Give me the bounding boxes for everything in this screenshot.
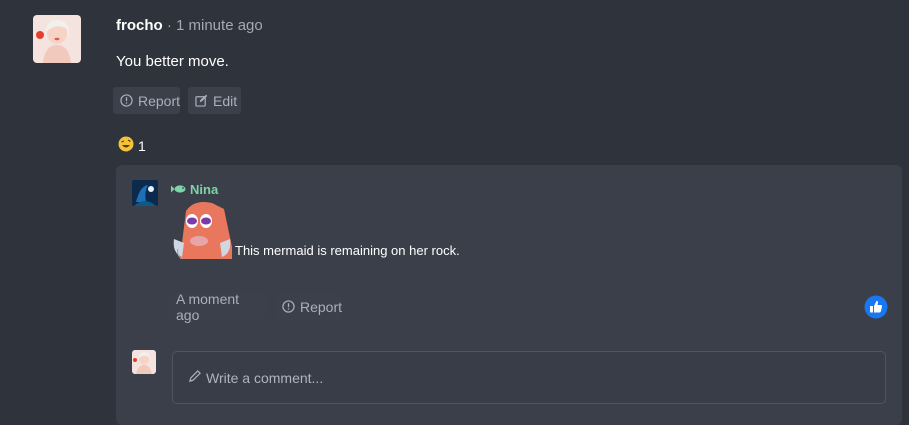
thumbs-up-icon	[864, 295, 888, 323]
fish-icon	[171, 182, 187, 197]
alert-icon	[120, 94, 133, 107]
post-timestamp: · 1 minute ago	[162, 17, 263, 34]
post-author[interactable]: frocho	[116, 17, 163, 34]
report-button[interactable]: Report	[113, 87, 180, 114]
reaction-summary[interactable]: 1	[118, 136, 146, 155]
alert-icon	[282, 300, 295, 313]
comment-input[interactable]: Write a comment...	[172, 351, 886, 404]
report-button-label: Report	[138, 92, 181, 109]
edit-icon	[195, 94, 208, 107]
reply-report-button[interactable]: Report	[275, 293, 342, 320]
reply-author[interactable]: Nina	[190, 182, 218, 197]
laughing-emoji-icon	[118, 136, 134, 155]
mermaid-emote-image	[172, 199, 232, 260]
like-button[interactable]	[864, 295, 888, 319]
author-avatar[interactable]	[33, 15, 81, 63]
post-header: frocho · 1 minute ago	[116, 17, 263, 35]
edit-button[interactable]: Edit	[188, 87, 241, 114]
reply-report-label: Report	[300, 298, 343, 315]
comment-placeholder: Write a comment...	[206, 369, 324, 386]
reply-body: This mermaid is remaining on her rock.	[235, 243, 460, 258]
reply-author-avatar[interactable]	[132, 180, 158, 206]
reply-timestamp-button[interactable]: A moment ago	[169, 291, 266, 323]
current-user-avatar	[132, 350, 156, 374]
pencil-icon	[188, 369, 201, 386]
reply-author-line: Nina	[171, 182, 218, 197]
post-body: You better move.	[116, 53, 229, 70]
reaction-count: 1	[138, 137, 146, 154]
edit-button-label: Edit	[213, 92, 238, 109]
